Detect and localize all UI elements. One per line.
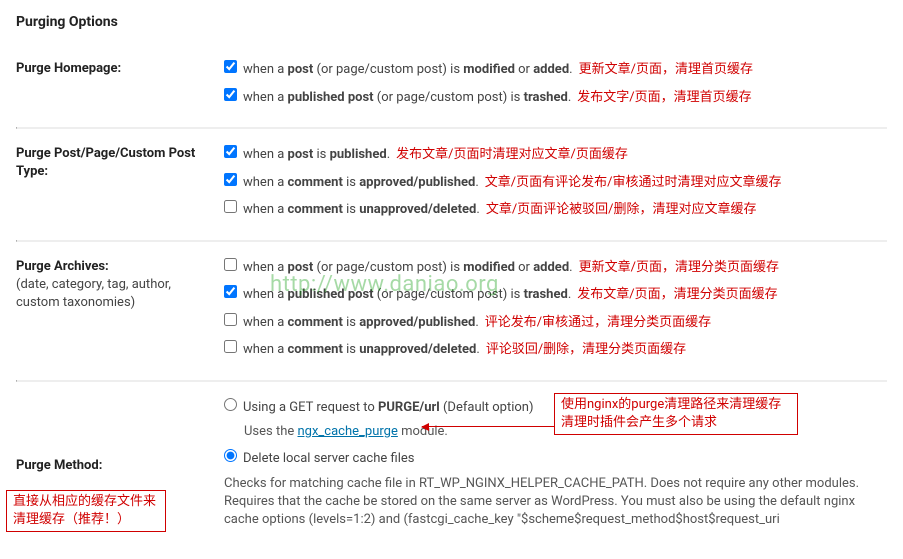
annotation-box-recommended: 直接从相应的缓存文件来 清理缓存（推荐！） xyxy=(6,490,166,532)
post-annotation: 文章/页面评论被驳回/删除，清理对应文章缓存 xyxy=(486,200,757,220)
label-purge-post: Purge Post/Page/Custom Post Type: xyxy=(16,143,216,181)
archives-checkbox[interactable] xyxy=(224,313,237,326)
post-annotation: 发布文章/页面时清理对应文章/页面缓存 xyxy=(396,145,628,165)
archives-option-text: when a post (or page/custom post) is mod… xyxy=(243,258,573,278)
post-checkbox[interactable] xyxy=(224,173,237,186)
archives-checkbox[interactable] xyxy=(224,258,237,271)
archives-annotation: 评论发布/审核通过，清理分类页面缓存 xyxy=(485,313,711,333)
radio-delete-local[interactable] xyxy=(224,449,237,462)
options-purge-homepage: when a post (or page/custom post) is mod… xyxy=(216,58,887,113)
label-archives-sub: (date, category, tag, author, custom tax… xyxy=(16,276,216,312)
archives-option-text: when a comment is unapproved/deleted. xyxy=(243,340,480,360)
homepage-checkbox[interactable] xyxy=(224,60,237,73)
note-delete-local: Checks for matching cache file in RT_WP_… xyxy=(224,475,887,530)
radio-get-request-label: Using a GET request to PURGE/url (Defaul… xyxy=(243,398,534,418)
section-title: Purging Options xyxy=(16,14,887,30)
post-option: when a post is published. 发布文章/页面时清理对应文章/… xyxy=(224,143,887,165)
annotation-box-nginx-purge: 使用nginx的purge清理路径来清理缓存 清理时插件会产生多个请求 xyxy=(554,393,798,435)
post-option-text: when a comment is unapproved/deleted. xyxy=(243,200,480,220)
row-purge-homepage: Purge Homepage: when a post (or page/cus… xyxy=(16,44,887,127)
homepage-option: when a published post (or page/custom po… xyxy=(224,86,887,108)
row-purge-archives: Purge Archives: (date, category, tag, au… xyxy=(16,242,887,380)
radio-delete-local-label: Delete local server cache files xyxy=(243,449,414,469)
homepage-option-text: when a post (or page/custom post) is mod… xyxy=(243,60,573,80)
archives-option-text: when a comment is approved/published. xyxy=(243,313,479,333)
annotation-arrow xyxy=(422,426,554,427)
homepage-option-text: when a published post (or page/custom po… xyxy=(243,88,571,108)
post-option-text: when a post is published. xyxy=(243,145,390,165)
label-purge-method: Purge Method: xyxy=(16,455,216,475)
options-purge-archives: when a post (or page/custom post) is mod… xyxy=(216,256,887,366)
post-option: when a comment is approved/published. 文章/… xyxy=(224,171,887,193)
homepage-checkbox[interactable] xyxy=(224,88,237,101)
post-annotation: 文章/页面有评论发布/审核通过时清理对应文章缓存 xyxy=(485,173,782,193)
options-purge-post: when a post is published. 发布文章/页面时清理对应文章/… xyxy=(216,143,887,226)
homepage-option: when a post (or page/custom post) is mod… xyxy=(224,58,887,80)
archives-annotation: 评论驳回/删除，清理分类页面缓存 xyxy=(486,340,686,360)
post-checkbox[interactable] xyxy=(224,200,237,213)
post-checkbox[interactable] xyxy=(224,145,237,158)
label-archives-main: Purge Archives: xyxy=(16,259,109,274)
label-purge-homepage: Purge Homepage: xyxy=(16,58,216,78)
archives-checkbox[interactable] xyxy=(224,285,237,298)
archives-option: when a post (or page/custom post) is mod… xyxy=(224,256,887,278)
archives-checkbox[interactable] xyxy=(224,340,237,353)
radio-option-delete-local: Delete local server cache files xyxy=(224,447,887,469)
archives-option-text: when a published post (or page/custom po… xyxy=(243,285,571,305)
link-ngx-cache-purge[interactable]: ngx_cache_purge xyxy=(298,424,398,439)
post-option-text: when a comment is approved/published. xyxy=(243,173,479,193)
homepage-annotation: 更新文章/页面，清理首页缓存 xyxy=(579,60,753,80)
label-purge-archives: Purge Archives: (date, category, tag, au… xyxy=(16,256,216,313)
radio-get-request[interactable] xyxy=(224,398,237,411)
post-option: when a comment is unapproved/deleted. 文章/… xyxy=(224,198,887,220)
homepage-annotation: 发布文字/页面，清理首页缓存 xyxy=(577,88,751,108)
archives-option: when a published post (or page/custom po… xyxy=(224,283,887,305)
archives-annotation: 发布文章/页面，清理分类页面缓存 xyxy=(577,285,777,305)
row-purge-post: Purge Post/Page/Custom Post Type: when a… xyxy=(16,129,887,240)
archives-option: when a comment is approved/published. 评论发… xyxy=(224,311,887,333)
archives-option: when a comment is unapproved/deleted. 评论驳… xyxy=(224,338,887,360)
archives-annotation: 更新文章/页面，清理分类页面缓存 xyxy=(579,258,779,278)
